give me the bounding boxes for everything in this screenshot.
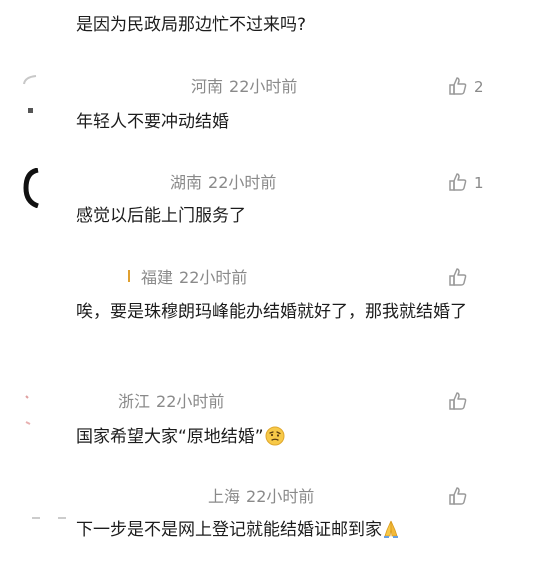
comment-text: 年轻人不要冲动结婚	[76, 112, 229, 132]
thumbs-up-icon	[449, 268, 467, 286]
like-count: 1	[474, 174, 484, 192]
comment-meta: 湖南 22小时前	[170, 173, 276, 193]
comment-location: 湖南	[170, 173, 203, 192]
comment-body: 国家希望大家“原地结婚”	[76, 424, 285, 450]
like-button[interactable]	[448, 76, 470, 98]
like-button[interactable]	[448, 486, 470, 508]
avatar[interactable]	[126, 268, 132, 284]
comment-meta: 河南 22小时前	[191, 77, 297, 97]
comment-time: 22小时前	[229, 77, 298, 96]
like-count: 2	[474, 78, 484, 96]
comment-text: 下一步是不是网上登记就能结婚证邮到家	[76, 520, 382, 540]
comment-time: 22小时前	[156, 392, 225, 411]
comment-text: 是因为民政局那边忙不过来吗?	[76, 15, 307, 35]
comment-time: 22小时前	[246, 487, 315, 506]
comment-location: 河南	[191, 77, 224, 96]
thumbs-up-icon	[449, 487, 467, 505]
comment-meta: 上海 22小时前	[208, 487, 314, 507]
thumbs-up-icon	[449, 173, 467, 191]
avatar-fragment	[28, 108, 33, 113]
comment-location: 福建	[141, 268, 174, 287]
praying-hands-emoji	[384, 520, 398, 538]
comment-text: 国家希望大家“原地结婚”	[76, 427, 264, 447]
avatar[interactable]	[22, 74, 40, 86]
thumbs-up-icon	[449, 392, 467, 410]
like-button[interactable]	[448, 172, 470, 194]
thinking-face-emoji	[265, 426, 285, 446]
like-button[interactable]	[448, 267, 470, 289]
comment-meta: 福建 22小时前	[141, 268, 247, 288]
avatar[interactable]	[22, 392, 36, 428]
like-button[interactable]	[448, 391, 470, 413]
comment-location: 浙江	[118, 392, 151, 411]
comment-meta: 浙江 22小时前	[118, 392, 224, 412]
comment-time: 22小时前	[208, 173, 277, 192]
comment-time: 22小时前	[179, 268, 248, 287]
comment-text: 感觉以后能上门服务了	[76, 206, 246, 226]
avatar[interactable]	[30, 514, 70, 522]
thumbs-up-icon	[449, 77, 467, 95]
avatar[interactable]	[22, 168, 44, 208]
comment-body: 下一步是不是网上登记就能结婚证邮到家	[76, 517, 400, 543]
comment-location: 上海	[208, 487, 241, 506]
comment-text: 唉，要是珠穆朗玛峰能办结婚就好了，那我就结婚了	[76, 302, 467, 322]
